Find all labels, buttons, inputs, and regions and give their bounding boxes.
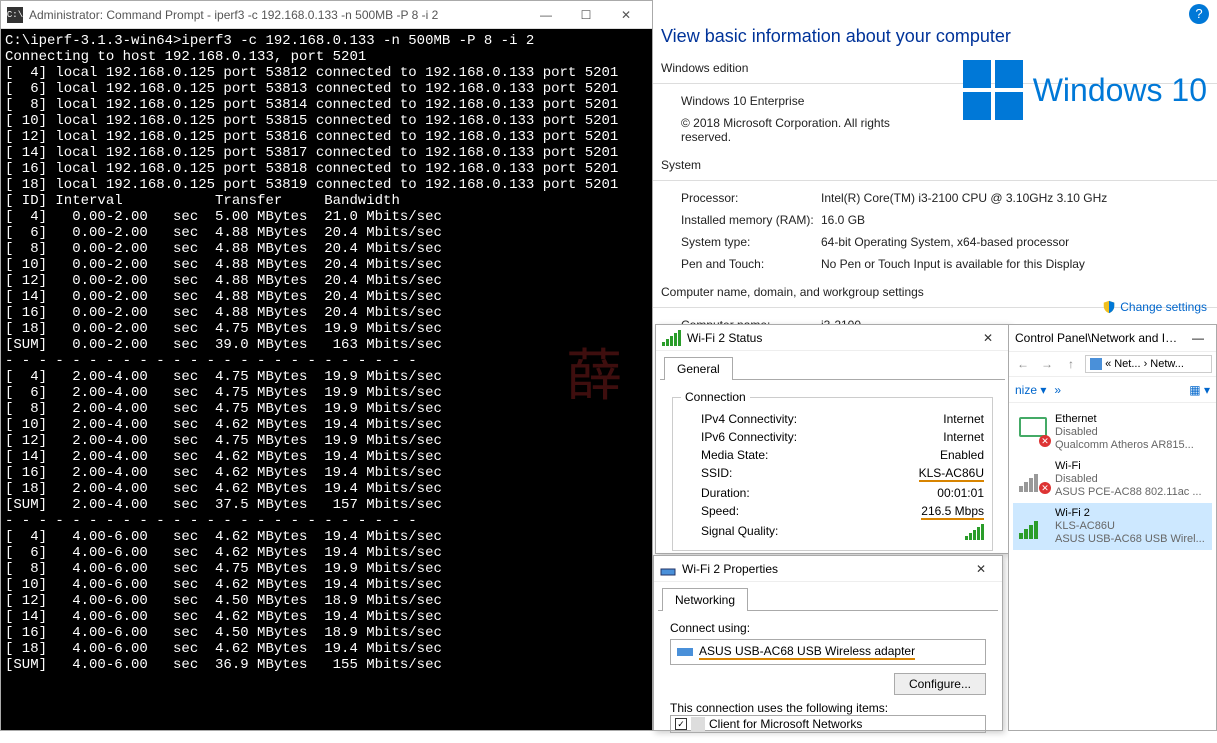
explorer-addressbar[interactable]: ← → ↑ « Net... › Netw... bbox=[1009, 351, 1216, 377]
forward-button[interactable]: → bbox=[1037, 357, 1057, 371]
net-device: ASUS PCE-AC88 802.11ac ... bbox=[1055, 486, 1202, 499]
tab-general[interactable]: General bbox=[664, 357, 733, 380]
explorer-titlebar[interactable]: Control Panel\Network and I… — bbox=[1009, 325, 1216, 351]
tab-networking[interactable]: Networking bbox=[662, 588, 748, 611]
signal-quality-icon bbox=[965, 524, 984, 540]
organize-menu[interactable]: nize ▾ bbox=[1015, 383, 1046, 397]
wifi-status-titlebar[interactable]: Wi-Fi 2 Status ✕ bbox=[656, 325, 1009, 351]
ethernet-icon: ✕ bbox=[1017, 413, 1049, 445]
media-value: Enabled bbox=[940, 448, 984, 462]
connection-group: Connection IPv4 Connectivity: Internet IP… bbox=[672, 390, 993, 551]
media-label: Media State: bbox=[701, 448, 768, 462]
network-item-ethernet[interactable]: ✕ Ethernet Disabled Qualcomm Atheros AR8… bbox=[1013, 409, 1212, 456]
pentouch-label: Pen and Touch: bbox=[681, 257, 821, 271]
watermark: 薛 bbox=[566, 369, 622, 385]
ram-label: Installed memory (RAM): bbox=[681, 213, 821, 227]
net-name: Wi-Fi 2 bbox=[1055, 507, 1205, 520]
client-icon bbox=[691, 717, 705, 731]
connect-using-label: Connect using: bbox=[670, 621, 986, 635]
change-settings-link[interactable]: Change settings bbox=[1102, 300, 1207, 314]
system-info-panel: ? View basic information about your comp… bbox=[653, 0, 1217, 330]
wifi-icon: ✕ bbox=[1017, 460, 1049, 492]
windows-edition: Windows 10 Enterprise bbox=[681, 94, 804, 108]
shield-icon bbox=[1102, 300, 1116, 314]
signal-label: Signal Quality: bbox=[701, 524, 778, 540]
duration-label: Duration: bbox=[701, 486, 750, 500]
adapter-name: ASUS USB-AC68 USB Wireless adapter bbox=[699, 644, 915, 660]
ipv4-label: IPv4 Connectivity: bbox=[701, 412, 797, 426]
wifi-status-title: Wi-Fi 2 Status bbox=[687, 331, 973, 345]
explorer-toolbar[interactable]: nize ▾ » ▦ ▾ bbox=[1009, 377, 1216, 403]
wifi-status-dialog: Wi-Fi 2 Status ✕ General Connection IPv4… bbox=[655, 324, 1010, 554]
processor-label: Processor: bbox=[681, 191, 821, 205]
system-heading: View basic information about your comput… bbox=[653, 0, 1217, 61]
minimize-button[interactable]: — bbox=[1186, 331, 1210, 345]
net-status: Disabled bbox=[1055, 426, 1194, 439]
explorer-title: Control Panel\Network and I… bbox=[1015, 331, 1186, 345]
net-status: KLS-AC86U bbox=[1055, 520, 1205, 533]
speed-label: Speed: bbox=[701, 504, 739, 520]
connection-items-list[interactable]: ✓ Client for Microsoft Networks bbox=[670, 715, 986, 733]
network-connections-window: Control Panel\Network and I… — ← → ↑ « N… bbox=[1008, 324, 1217, 731]
ipv6-label: IPv6 Connectivity: bbox=[701, 430, 797, 444]
adapter-box[interactable]: ASUS USB-AC68 USB Wireless adapter bbox=[670, 639, 986, 665]
processor-value: Intel(R) Core(TM) i3-2100 CPU @ 3.10GHz … bbox=[821, 191, 1217, 205]
network-list: ✕ Ethernet Disabled Qualcomm Atheros AR8… bbox=[1009, 403, 1216, 556]
help-icon[interactable]: ? bbox=[1189, 4, 1209, 24]
windows10-text: Windows 10 bbox=[1033, 72, 1207, 109]
maximize-button[interactable]: ☐ bbox=[566, 2, 606, 28]
ssid-label: SSID: bbox=[701, 466, 732, 482]
net-name: Ethernet bbox=[1055, 413, 1194, 426]
wifi-props-title: Wi-Fi 2 Properties bbox=[682, 562, 966, 576]
cmd-titlebar[interactable]: C:\ Administrator: Command Prompt - iper… bbox=[1, 1, 652, 29]
close-icon[interactable]: ✕ bbox=[973, 331, 1003, 345]
network-icon bbox=[660, 561, 676, 577]
cmd-output[interactable]: C:\iperf-3.1.3-win64>iperf3 -c 192.168.0… bbox=[1, 29, 652, 730]
windows-logo: Windows 10 bbox=[963, 60, 1207, 120]
wifi-props-titlebar[interactable]: Wi-Fi 2 Properties ✕ bbox=[654, 556, 1002, 582]
net-device: ASUS USB-AC68 USB Wirel... bbox=[1055, 533, 1205, 546]
signal-icon bbox=[662, 330, 681, 346]
more-chevron[interactable]: » bbox=[1054, 383, 1061, 397]
copyright-text: © 2018 Microsoft Corporation. All rights… bbox=[681, 116, 911, 144]
command-prompt-window: C:\ Administrator: Command Prompt - iper… bbox=[0, 0, 653, 731]
view-icon[interactable]: ▦ ▾ bbox=[1189, 383, 1210, 397]
system-section-title: System bbox=[653, 158, 1217, 178]
ram-value: 16.0 GB bbox=[821, 213, 1217, 227]
adapter-icon bbox=[677, 646, 693, 658]
net-status: Disabled bbox=[1055, 473, 1202, 486]
network-item-wifi[interactable]: ✕ Wi-Fi Disabled ASUS PCE-AC88 802.11ac … bbox=[1013, 456, 1212, 503]
up-button[interactable]: ↑ bbox=[1061, 357, 1081, 371]
items-label: This connection uses the following items… bbox=[670, 701, 986, 715]
ssid-value: KLS-AC86U bbox=[919, 466, 984, 482]
close-button[interactable]: ✕ bbox=[606, 2, 646, 28]
net-name: Wi-Fi bbox=[1055, 460, 1202, 473]
network-item-wifi2[interactable]: Wi-Fi 2 KLS-AC86U ASUS USB-AC68 USB Wire… bbox=[1013, 503, 1212, 550]
path-box[interactable]: « Net... › Netw... bbox=[1085, 355, 1212, 373]
back-button[interactable]: ← bbox=[1013, 357, 1033, 371]
item-client-ms: Client for Microsoft Networks bbox=[709, 717, 862, 731]
net-device: Qualcomm Atheros AR815... bbox=[1055, 439, 1194, 452]
pentouch-value: No Pen or Touch Input is available for t… bbox=[821, 257, 1217, 271]
speed-value: 216.5 Mbps bbox=[921, 504, 984, 520]
wifi-icon bbox=[1017, 507, 1049, 539]
cmd-title: Administrator: Command Prompt - iperf3 -… bbox=[29, 8, 526, 22]
duration-value: 00:01:01 bbox=[937, 486, 984, 500]
systype-label: System type: bbox=[681, 235, 821, 249]
connection-legend: Connection bbox=[681, 390, 750, 404]
systype-value: 64-bit Operating System, x64-based proce… bbox=[821, 235, 1217, 249]
checkbox-icon[interactable]: ✓ bbox=[675, 718, 687, 730]
ipv4-value: Internet bbox=[943, 412, 984, 426]
configure-button[interactable]: Configure... bbox=[894, 673, 986, 695]
cmd-icon: C:\ bbox=[7, 7, 23, 23]
ipv6-value: Internet bbox=[943, 430, 984, 444]
minimize-button[interactable]: — bbox=[526, 2, 566, 28]
close-icon[interactable]: ✕ bbox=[966, 562, 996, 576]
wifi-properties-dialog: Wi-Fi 2 Properties ✕ Networking Connect … bbox=[653, 555, 1003, 731]
